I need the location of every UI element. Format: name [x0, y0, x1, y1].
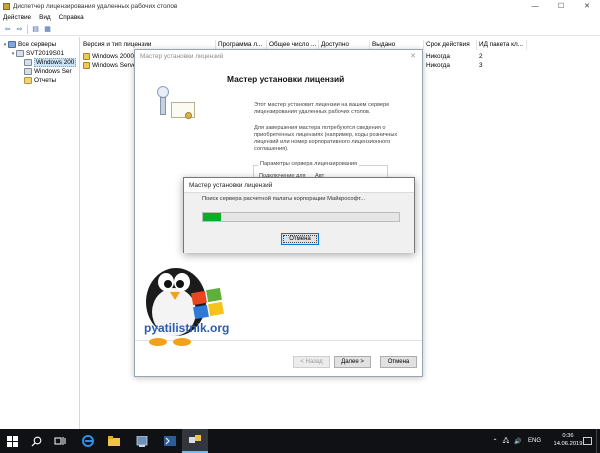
tree-node-windows-server[interactable]: Windows Ser — [24, 67, 72, 76]
wizard-heading: Мастер установки лицензий — [227, 74, 345, 84]
license-pack-id: 3 — [479, 62, 483, 69]
wizard-requirements-text: Для завершения мастера потребуются сведе… — [254, 125, 398, 152]
license-pack-id: 2 — [479, 53, 483, 60]
tree-node-reports[interactable]: Отчеты — [24, 76, 56, 85]
license-manager-icon[interactable] — [182, 429, 208, 453]
tree-label: Все серверы — [18, 41, 57, 48]
servers-icon — [8, 41, 16, 48]
progress-title: Мастер установки лицензий — [189, 182, 273, 189]
tree-node-windows-2000[interactable]: Windows 200 — [24, 58, 77, 67]
menu-help[interactable]: Справка — [59, 14, 84, 21]
server-icon — [16, 50, 24, 57]
file-explorer-icon[interactable] — [102, 429, 126, 453]
tree-label: Windows 200 — [34, 58, 77, 67]
forward-icon[interactable]: ⇨ — [15, 25, 24, 34]
progress-dialog: Мастер установки лицензий Поиск сервера … — [183, 177, 415, 253]
license-group-icon — [24, 59, 32, 66]
next-button[interactable]: Далее > — [334, 356, 371, 368]
license-expires: Никогда — [426, 53, 450, 60]
wizard-intro-text: Этот мастер установит лицензии на вашем … — [254, 102, 390, 115]
notifications-icon[interactable] — [580, 429, 594, 453]
license-icon — [83, 62, 90, 69]
system-tray: ⌃ 🖧 🔊 ENG — [490, 429, 541, 453]
toolbar: ⇦ ⇨ ▤ ▦ — [0, 23, 600, 36]
volume-icon[interactable]: 🔊 — [512, 438, 524, 445]
progress-bar — [202, 212, 400, 222]
window-controls: — ☐ ✕ — [522, 0, 600, 12]
cancel-button[interactable]: Отмена — [380, 356, 417, 368]
certificate-seal-icon — [185, 112, 192, 119]
windows-start-icon[interactable] — [0, 429, 24, 453]
view-icon[interactable]: ▦ — [43, 25, 52, 34]
progress-cancel-button[interactable]: Отмена — [281, 233, 319, 245]
toolbar-divider — [27, 24, 28, 34]
tree-label: Windows Ser — [34, 68, 72, 75]
back-button[interactable]: < Назад — [293, 356, 330, 368]
folder-icon — [24, 77, 32, 84]
server-tree: ▾ Все серверы ▾ SVT2019S01 Windows 200 W… — [0, 37, 80, 429]
wizard-close-button[interactable]: ✕ — [410, 52, 416, 60]
app-icon — [3, 2, 10, 10]
menu-action[interactable]: Действие — [3, 14, 31, 21]
input-language[interactable]: ENG — [528, 438, 541, 444]
menu-view[interactable]: Вид — [39, 14, 51, 21]
server-settings-legend: Параметры сервера лицензирования — [258, 161, 360, 167]
show-desktop-button[interactable] — [596, 429, 600, 453]
logo-text: pyatilistnik.org — [144, 321, 229, 335]
license-group-icon — [24, 68, 32, 75]
site-logo: pyatilistnik.org — [144, 268, 229, 346]
back-icon[interactable]: ⇦ — [3, 25, 12, 34]
tree-node-all-servers[interactable]: ▾ Все серверы — [2, 40, 56, 49]
license-expires: Никогда — [426, 62, 450, 69]
task-view-icon[interactable] — [48, 429, 72, 453]
lightbulb-stand-icon — [160, 97, 166, 115]
tree-label: SVT2019S01 — [26, 50, 65, 57]
refresh-icon[interactable]: ▤ — [31, 25, 40, 34]
server-manager-icon[interactable] — [130, 429, 154, 453]
taskbar: ⌃ 🖧 🔊 ENG 0:36 14.06.2019 — [0, 429, 600, 453]
column-header[interactable]: Срок действия — [424, 40, 477, 50]
powershell-icon[interactable] — [158, 429, 182, 453]
tree-label: Отчеты — [34, 77, 57, 84]
progress-fill — [203, 213, 221, 221]
maximize-button[interactable]: ☐ — [548, 0, 574, 12]
window-titlebar: Диспетчер лицензирования удаленных рабоч… — [0, 0, 600, 12]
license-icon — [83, 53, 90, 60]
menu-bar: Действие Вид Справка — [0, 12, 600, 23]
progress-message: Поиск сервера расчетной палаты корпораци… — [202, 196, 366, 202]
search-icon[interactable] — [24, 429, 48, 453]
tree-node-server[interactable]: ▾ SVT2019S01 — [10, 49, 64, 58]
window-title: Диспетчер лицензирования удаленных рабоч… — [13, 2, 178, 10]
tray-overflow-icon[interactable]: ⌃ — [490, 438, 500, 445]
network-icon[interactable]: 🖧 — [500, 436, 512, 446]
column-header[interactable]: ИД пакета кл... — [477, 40, 527, 50]
minimize-button[interactable]: — — [522, 0, 548, 12]
close-button[interactable]: ✕ — [574, 0, 600, 12]
edge-icon[interactable] — [76, 429, 100, 453]
wizard-title: Мастер установки лицензий — [140, 53, 224, 60]
